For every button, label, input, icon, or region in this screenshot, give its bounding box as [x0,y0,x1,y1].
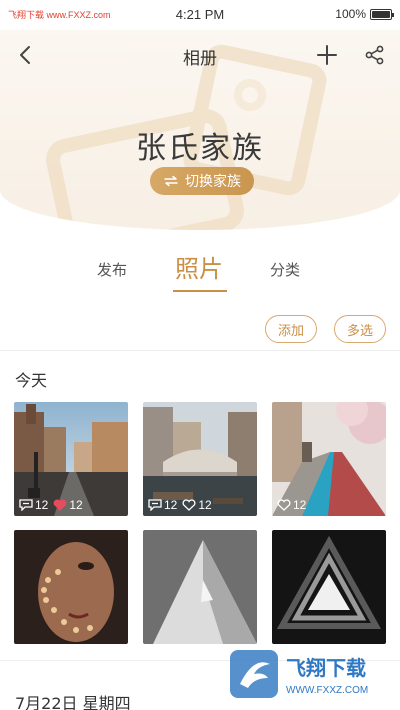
tab-photos[interactable]: 照片 [175,249,223,284]
like-count-value: 12 [293,498,307,512]
switch-family-label: 切换家族 [185,174,241,190]
photo-item[interactable] [14,530,128,644]
family-name: 张氏家族 [136,131,264,166]
share-button[interactable] [360,40,390,70]
chevron-left-icon [20,46,30,64]
battery-level: 100% [335,7,366,21]
status-bar: 飞翔下载 www.FXXZ.com 4:21 PM 100% [0,0,400,30]
comment-icon [148,499,162,511]
active-tab-indicator [173,290,227,292]
back-button[interactable] [10,40,40,70]
like-count-value: 12 [198,498,212,512]
status-battery: 100% [335,7,394,21]
comment-count: 12 [19,498,48,512]
comment-count-value: 12 [35,498,49,512]
tab-bar: 发布 照片 分类 [0,245,400,295]
photo-stats: 12 [277,498,306,512]
like-count: 12 [277,498,306,512]
svg-text:飞翔下载: 飞翔下载 [286,656,366,680]
photo-item[interactable] [272,530,386,644]
battery-icon [370,8,394,20]
add-button[interactable] [312,40,342,70]
section-divider [0,350,400,351]
heart-outline-icon [277,499,291,511]
photo-item[interactable] [143,530,257,644]
photo-stats: 12 12 [148,498,212,512]
photo-item[interactable]: 12 [272,402,386,516]
plus-icon [317,45,337,65]
like-count-value: 12 [69,498,83,512]
brand-watermark-logo: 飞翔下载 WWW.FXXZ.COM [230,650,368,698]
photo-item[interactable]: 12 12 [14,402,128,516]
comment-count: 12 [148,498,177,512]
like-count: 12 [53,498,83,512]
photo-abstract-triangles [272,530,386,644]
comment-icon [19,499,33,511]
section-title-date: 7月22日 星期四 [15,694,131,710]
heart-outline-icon [182,499,196,511]
switch-family-button[interactable]: 切换家族 [150,167,254,195]
section-title-today: 今天 [15,371,48,390]
photo-abstract-gray [143,530,257,644]
photo-stats: 12 12 [19,498,83,512]
comment-count-value: 12 [164,498,178,512]
like-count: 12 [182,498,212,512]
photo-woman-light [14,530,128,644]
nav-bar: 相册 [0,30,400,80]
share-icon [365,45,384,65]
heart-filled-icon [54,499,67,511]
add-photo-button[interactable]: 添加 [265,315,317,343]
switch-arrows-icon [164,175,178,187]
tab-category[interactable]: 分类 [270,259,300,280]
action-row: 添加 多选 [0,315,400,345]
svg-text:WWW.FXXZ.COM: WWW.FXXZ.COM [286,685,368,696]
album-header: 相册 张氏家族 切换家族 [0,30,400,230]
multi-select-button[interactable]: 多选 [334,315,386,343]
tab-publish[interactable]: 发布 [97,259,127,280]
photo-item[interactable]: 12 12 [143,402,257,516]
